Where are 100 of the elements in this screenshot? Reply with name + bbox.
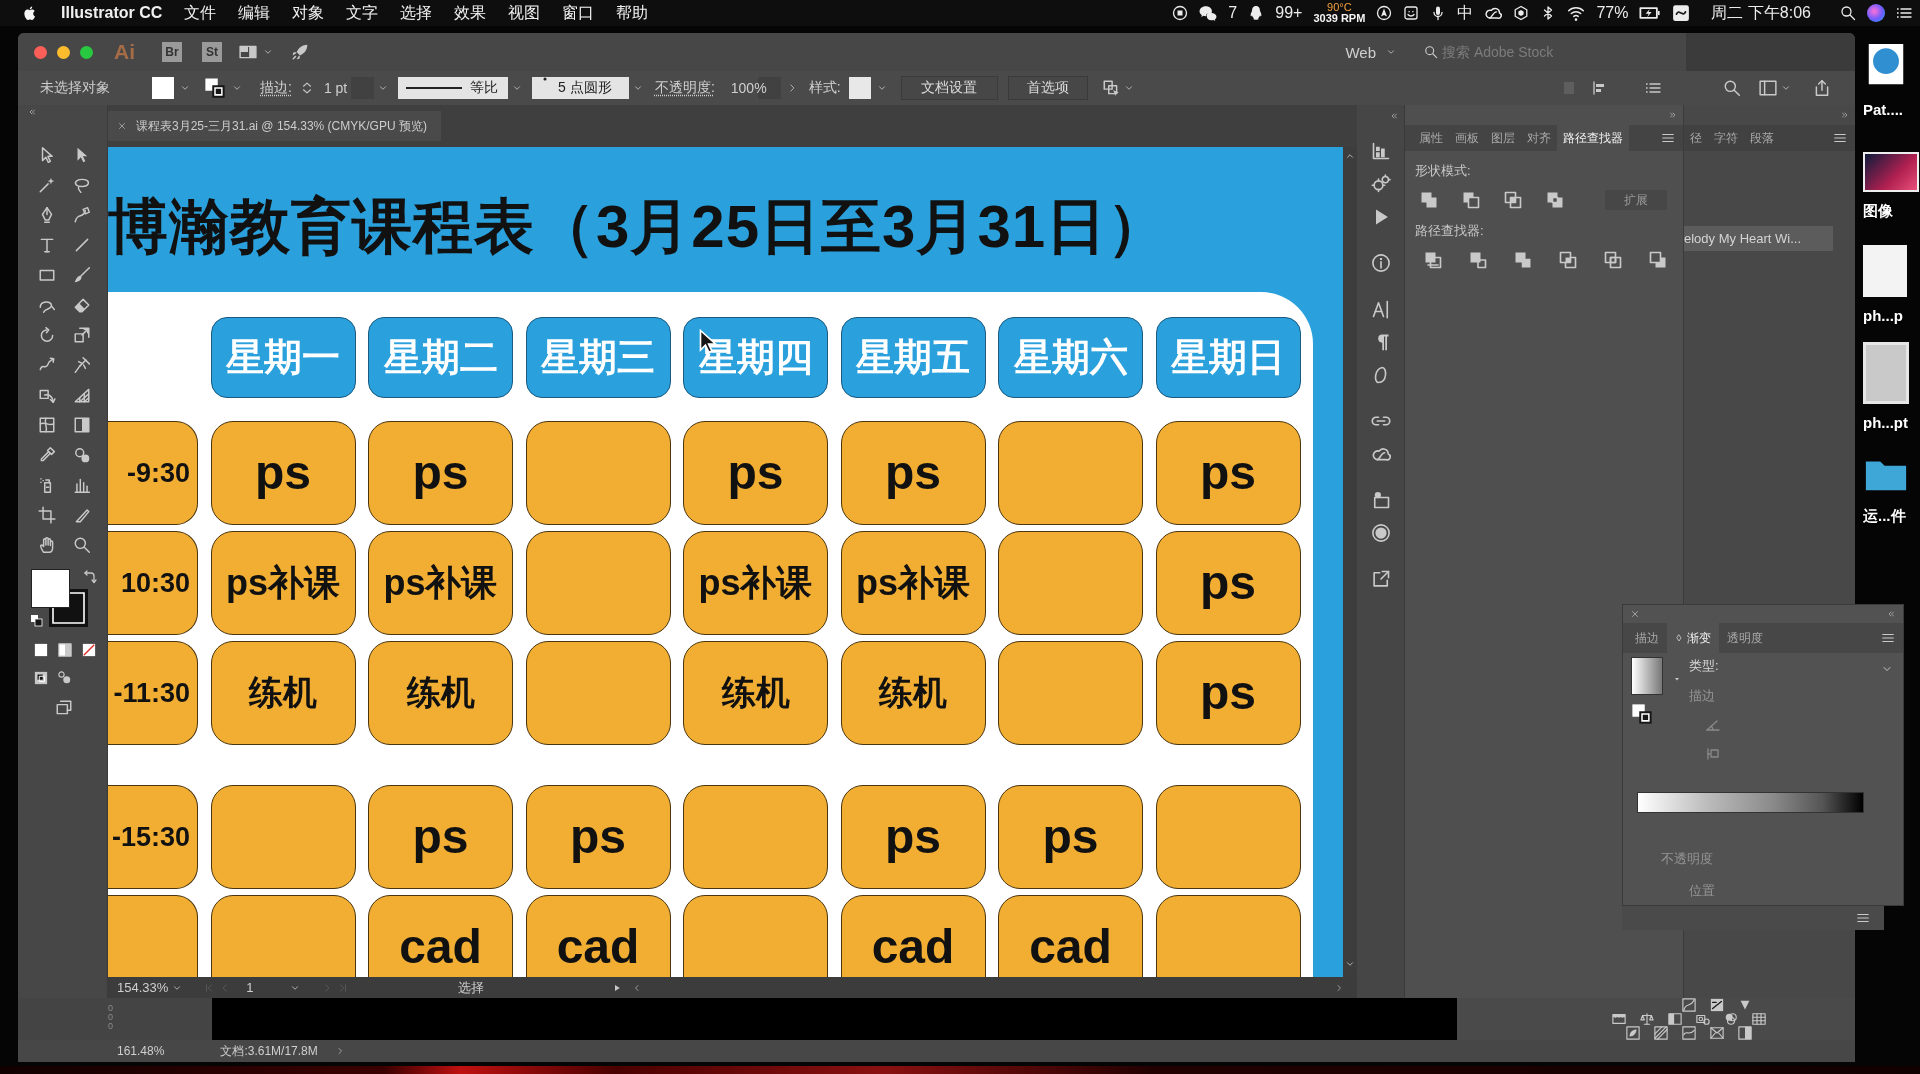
desktop-icon-label[interactable]: ph...pt — [1863, 414, 1908, 431]
eyedropper-icon[interactable] — [38, 446, 56, 464]
blend-icon[interactable] — [73, 446, 91, 464]
panel-tab[interactable]: 画板 — [1449, 125, 1485, 151]
opacity-label[interactable]: 不透明度: — [654, 79, 715, 97]
document-thumbnail[interactable] — [1863, 245, 1907, 297]
balance-scale-icon[interactable] — [1640, 1012, 1654, 1026]
panel-tab[interactable]: 对齐 — [1521, 125, 1557, 151]
desktop-icon-label[interactable]: 运...件 — [1863, 507, 1906, 526]
trim-icon[interactable] — [1468, 250, 1488, 270]
panel-menu-icon[interactable] — [1856, 911, 1870, 925]
toolbar-button[interactable]: 文档设置 — [900, 76, 998, 100]
leaf-icon[interactable] — [1626, 1026, 1640, 1040]
minimize-button[interactable] — [57, 45, 70, 59]
chat-bubbles-icon[interactable] — [1199, 4, 1218, 22]
style-swatch[interactable] — [848, 77, 871, 99]
panel-tab[interactable]: 径 — [1684, 125, 1708, 151]
scroll-up-icon[interactable] — [1345, 151, 1355, 161]
app-menu[interactable]: Illustrator CC — [61, 4, 163, 22]
photo-thumbnail[interactable] — [1863, 152, 1919, 192]
desktop-icon-label[interactable]: ph...p — [1863, 307, 1903, 324]
stock-button[interactable]: St — [202, 42, 222, 62]
panel-tab[interactable]: 渐变 — [1667, 623, 1719, 653]
lasso-icon[interactable] — [73, 176, 91, 194]
emoji-icon[interactable] — [1403, 5, 1420, 21]
envelope-icon[interactable] — [1710, 1026, 1724, 1040]
play-icon[interactable] — [612, 983, 621, 992]
app-icon[interactable] — [1672, 4, 1691, 22]
panel-menu-icon[interactable] — [1881, 631, 1895, 645]
zoom-button[interactable] — [80, 45, 93, 59]
color-icon[interactable] — [34, 643, 48, 657]
film-icon[interactable] — [1612, 1012, 1626, 1026]
siri-icon[interactable] — [1867, 4, 1885, 22]
knife-icon[interactable] — [73, 506, 91, 524]
caret-icon[interactable] — [632, 83, 643, 93]
collapse-icon[interactable] — [1887, 610, 1895, 618]
panel-tab[interactable]: 段落 — [1744, 125, 1780, 151]
caret-icon[interactable] — [876, 83, 887, 93]
exclude-icon[interactable] — [1545, 190, 1565, 210]
list-icon[interactable] — [1896, 5, 1912, 21]
panel-tab[interactable]: 路径查找器 — [1557, 125, 1629, 151]
menu-item[interactable]: 窗口 — [562, 2, 595, 24]
line-icon[interactable] — [73, 236, 91, 254]
none-icon[interactable] — [82, 643, 96, 657]
type-tool-icon[interactable] — [38, 236, 56, 254]
gradient-swatch-icon[interactable] — [58, 643, 72, 657]
external-link-icon[interactable] — [1370, 569, 1391, 589]
menu-item[interactable]: 对象 — [292, 2, 325, 24]
navigation-icon[interactable] — [1376, 5, 1393, 21]
grid-icon[interactable] — [1752, 1012, 1766, 1026]
gradient-swatch[interactable] — [1631, 657, 1663, 695]
panel-tab[interactable]: 属性 — [1413, 125, 1449, 151]
crop-icon[interactable] — [1558, 250, 1578, 270]
default-colors-icon[interactable] — [31, 615, 43, 627]
stroke-swatch-icon[interactable] — [204, 77, 226, 99]
input-method[interactable]: 中 — [1457, 2, 1474, 24]
workspace-switcher[interactable]: Web — [1345, 43, 1396, 61]
screen-mode-icon[interactable] — [55, 699, 73, 717]
zoom-level[interactable]: 154.33% — [117, 980, 169, 995]
circles-icon[interactable] — [1724, 1012, 1738, 1026]
bar-graph-icon[interactable] — [73, 476, 91, 494]
search-icon[interactable] — [1840, 5, 1856, 21]
scroll-down-icon[interactable] — [1345, 959, 1355, 969]
artboard-number[interactable]: 1 — [246, 980, 254, 995]
circle-icon[interactable] — [1370, 523, 1391, 543]
draw-behind-icon[interactable] — [58, 671, 72, 685]
layout-icon[interactable] — [239, 43, 257, 61]
menu-item[interactable]: 效果 — [454, 2, 487, 24]
fill-swatch[interactable] — [152, 77, 174, 99]
caret-icon[interactable] — [511, 83, 522, 93]
intersect-icon[interactable] — [1503, 190, 1523, 210]
panel-tab[interactable]: 图层 — [1485, 125, 1521, 151]
gradient-icon[interactable] — [73, 416, 91, 434]
scale-icon[interactable] — [73, 326, 91, 344]
paintbrush-icon[interactable] — [73, 266, 91, 284]
artboard-icon[interactable] — [38, 506, 56, 524]
close-icon[interactable] — [118, 122, 126, 130]
merge-icon[interactable] — [1513, 250, 1533, 270]
levels-icon[interactable] — [1710, 998, 1724, 1012]
align-left-icon[interactable] — [1591, 80, 1607, 96]
panel-tab[interactable]: 描边 — [1627, 623, 1667, 653]
hand-icon[interactable] — [38, 536, 56, 554]
zoom-icon[interactable] — [73, 536, 91, 554]
stroke-label[interactable]: 描边: — [260, 79, 292, 97]
stroke-profile-dropdown[interactable]: 等比 — [397, 77, 508, 99]
document-tab[interactable]: 课程表3月25-三月31.ai @ 154.33% (CMYK/GPU 预览) — [108, 111, 441, 141]
minus-back-icon[interactable] — [1648, 250, 1668, 270]
pin-icon[interactable] — [73, 356, 91, 374]
panel-menu-icon[interactable] — [1833, 131, 1847, 145]
caret-icon[interactable] — [263, 47, 273, 57]
menu-item[interactable]: 选择 — [400, 2, 433, 24]
unite-icon[interactable] — [1419, 190, 1439, 210]
close-button[interactable] — [34, 45, 47, 59]
rocket-icon[interactable] — [291, 43, 309, 61]
info-icon[interactable] — [1370, 253, 1391, 273]
expand-icon[interactable] — [1669, 111, 1677, 119]
panel-tab[interactable]: 字符 — [1708, 125, 1744, 151]
menu-item[interactable]: 文件 — [184, 2, 217, 24]
menu-item[interactable]: 文字 — [346, 2, 379, 24]
blocks-icon[interactable] — [1370, 141, 1391, 161]
